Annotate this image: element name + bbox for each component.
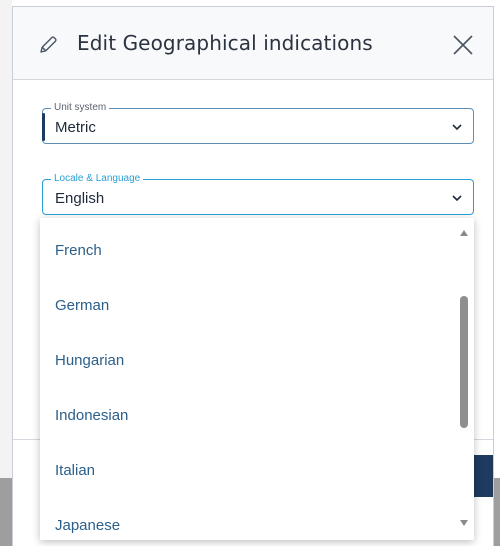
backdrop-edge [0,0,12,478]
scrollbar-thumb[interactable] [460,296,468,428]
primary-action-button[interactable] [471,455,493,497]
unit-system-label: Unit system [51,102,110,114]
option-hungarian[interactable]: Hungarian [40,333,454,388]
chevron-down-icon [452,195,462,202]
locale-language-select[interactable]: Locale & Language English [42,173,474,215]
option-french[interactable]: French [40,223,454,278]
locale-language-value: English [55,190,105,207]
dialog-title: Edit Geographical indications [77,31,373,55]
pencil-icon [40,36,57,53]
option-japanese[interactable]: Japanese [40,498,454,540]
locale-options-listbox: French German Hungarian Indonesian Itali… [40,218,474,540]
field-indicator [41,113,45,141]
scroll-up-arrow-icon[interactable] [460,230,468,236]
chevron-down-icon [452,124,462,131]
option-german[interactable]: German [40,278,454,333]
unit-system-select[interactable]: Unit system Metric [41,102,474,144]
option-italian[interactable]: Italian [40,443,454,498]
close-icon[interactable] [451,33,475,57]
scroll-down-arrow-icon[interactable] [460,520,468,526]
unit-system-value: Metric [55,119,96,136]
listbox-scrollbar[interactable] [454,218,474,540]
locale-language-label: Locale & Language [51,173,144,185]
option-indonesian[interactable]: Indonesian [40,388,454,443]
dialog-header: Edit Geographical indications [13,7,493,80]
